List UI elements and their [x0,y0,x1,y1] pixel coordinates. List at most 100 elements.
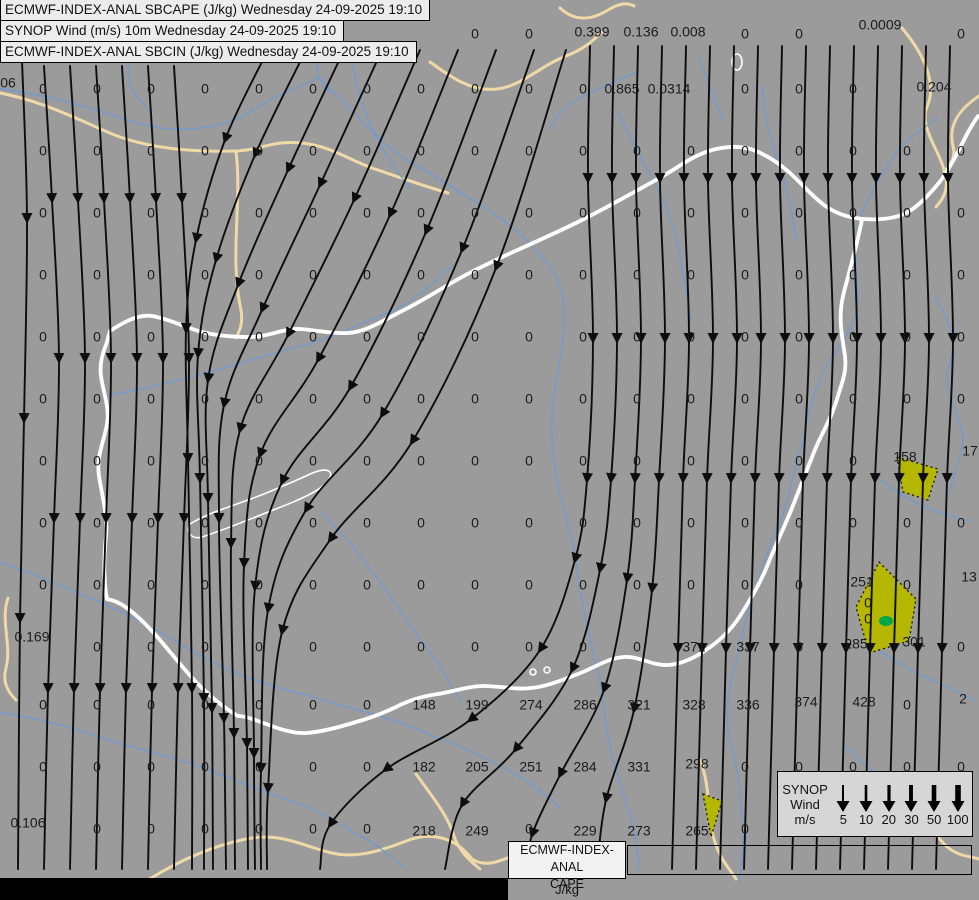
map-value: 13 [961,569,977,585]
map-value: 0 [795,639,803,655]
map-value: 0.106 [10,815,45,831]
map-value: 0 [309,577,317,593]
wind-streamline [120,65,143,870]
map-value: 0 [201,329,209,345]
map-value: 371 [682,639,706,655]
tan-border-segment [558,2,636,20]
wind-speed-label: 10 [858,811,874,827]
wind-legend-line3: m/s [794,811,816,827]
map-value: 0 [687,267,695,283]
map-value: 321 [627,697,651,713]
hungary-border-south [236,648,708,735]
map-value: 0 [255,391,263,407]
river-path [617,111,692,322]
map-value: 0 [957,329,965,345]
map-value: 0 [741,205,749,221]
map-value: 0 [417,577,425,593]
cape-patch-green-spot [879,616,893,626]
map-value: 249 [465,823,489,839]
map-value: 0 [795,391,803,407]
river-path [0,712,407,870]
map-value: 0 [39,205,47,221]
bottom-black-bar [0,878,508,900]
map-value: 0 [201,697,209,713]
wind-legend-line1: SYNOP [782,781,828,797]
map-canvas: 0 0 0 0 0 0 0 0 0 0 0 0 0 0 0 0 0 0 0 0 0 0 0 0 0 0 0 0 0 0 0 0 0 0 0 0 0 0 0 0… [0,0,979,882]
map-value: 0 [93,577,101,593]
map-value: 0 [255,821,263,837]
map-value: 0 [255,639,263,655]
map-value: 0 [309,453,317,469]
river-path [351,57,412,190]
map-value: 0 [471,267,479,283]
wind-speed-label: 30 [904,811,919,827]
map-value: 0 [309,143,317,159]
map-value: 0 [363,759,371,775]
map-value: 0 [309,515,317,531]
map-value: 0 [417,267,425,283]
map-value: 0 [417,391,425,407]
map-value: 0 [525,515,533,531]
river-path [321,511,462,702]
wind-legend-title: SYNOP Wind m/s [778,782,832,827]
map-value: 0 [525,391,533,407]
wind-speed-item: 10 [856,782,876,827]
map-value: 0 [417,143,425,159]
map-value: 0 [849,143,857,159]
map-value: 0 [201,143,209,159]
map-value: 0 [255,577,263,593]
map-value: 0 [93,759,101,775]
map-value: 0 [687,329,695,345]
map-value: 0 [741,577,749,593]
map-value: 0 [633,267,641,283]
map-value: 0.136 [623,24,658,40]
wind-arrow-icon [951,784,965,812]
map-value: 0 [201,759,209,775]
map-value: 0 [39,267,47,283]
map-value: 0 [255,329,263,345]
map-value: 0 [147,143,155,159]
map-value: 0 [525,205,533,221]
map-value: 0 [741,515,749,531]
map-value: 0 [903,143,911,159]
map-value: 0 [417,329,425,345]
map-value: 0 [201,577,209,593]
map-value: 0 [417,81,425,97]
map-value: 0 [957,26,965,42]
map-value: 274 [519,697,543,713]
map-value: 17 [962,443,978,459]
map-value: 0.865 [604,81,639,97]
map-value: 0 [795,26,803,42]
map-value: 0.399 [574,24,609,40]
map-value: 0 [633,577,641,593]
map-value: 0 [417,453,425,469]
map-value: 0.169 [14,629,49,645]
map-value: 0 [363,577,371,593]
station-values: 0 0 0 0 0 0 0 0 0 0 0 0 0 0 0 0 0 0 0 0 0 0 0 0 0 0 0 0 0 0 0 0 0 0 0 0 0 0 0 0… [0,17,978,839]
wind-streamline [172,65,195,870]
wind-streamline [255,49,535,870]
map-value: 0 [525,26,533,42]
wind-speed-item: 50 [924,782,944,827]
map-value: 0 [795,267,803,283]
map-value: 0 [903,205,911,221]
map-value: 0 [795,577,803,593]
map-value: 0 [39,329,47,345]
map-value: 0 [795,81,803,97]
map-value: 0 [849,205,857,221]
map-value: 0 [849,391,857,407]
map-value: 199 [465,697,489,713]
map-value: 0 [957,391,965,407]
map-value: 0 [579,515,587,531]
map-value: 0 [579,81,587,97]
wind-arrow-icon [882,784,896,812]
map-value: 0 [903,267,911,283]
map-value: 0 [39,391,47,407]
map-value: 0 [471,391,479,407]
map-value: 0 [471,143,479,159]
map-value: 0 [795,515,803,531]
map-value: 0 [687,143,695,159]
map-value: 0 [255,81,263,97]
map-value: 428 [852,694,876,710]
cape-legend-line1: ECMWF-INDEX-ANAL [520,843,614,874]
